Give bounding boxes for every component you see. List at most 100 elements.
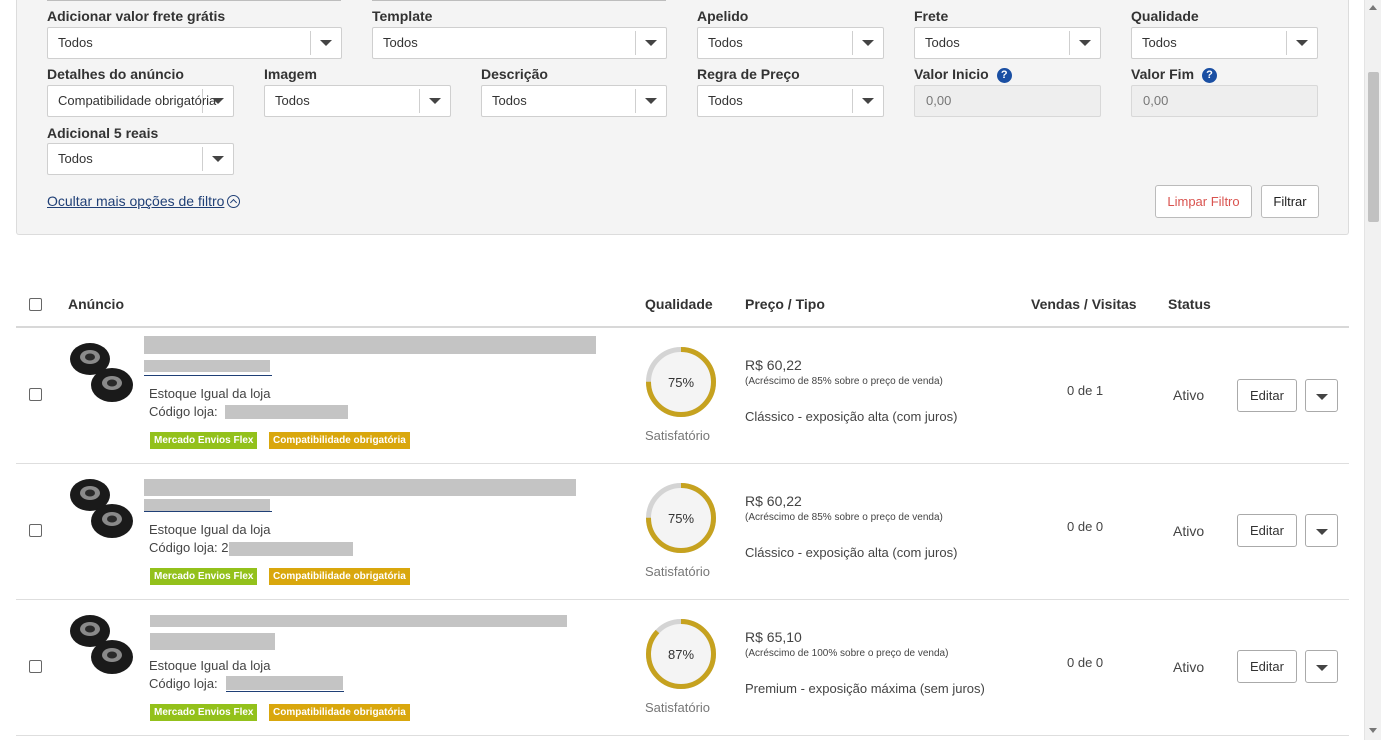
valor-fim-input[interactable]: 0,00	[1131, 85, 1318, 117]
chevron-down-icon	[1316, 529, 1328, 535]
sales-visits: 0 de 1	[1067, 383, 1104, 398]
header-status: Status	[1168, 296, 1211, 312]
sales-visits: 0 de 0	[1067, 655, 1104, 670]
stock-text: Estoque Igual da loja	[149, 386, 271, 401]
select-divider	[419, 89, 420, 113]
help-icon[interactable]: ?	[996, 68, 1012, 83]
regra-preco-select[interactable]: Todos	[697, 85, 884, 117]
row-divider	[16, 735, 1349, 736]
filter-label-template: Template	[372, 8, 433, 24]
frete-select[interactable]: Todos	[914, 27, 1101, 59]
redacted-title[interactable]	[144, 479, 576, 496]
header-quality: Qualidade	[645, 296, 713, 312]
select-divider	[1069, 31, 1070, 55]
apelido-select[interactable]: Todos	[697, 27, 884, 59]
redacted-title[interactable]	[150, 633, 275, 650]
toggle-label: Ocultar mais opções de filtro	[47, 193, 225, 209]
row-checkbox[interactable]	[29, 660, 42, 673]
select-value: Todos	[383, 35, 418, 50]
listing-type: Premium - exposição máxima (sem juros)	[745, 681, 985, 696]
chevron-down-icon	[645, 98, 657, 104]
help-icon[interactable]: ?	[1202, 68, 1218, 83]
chevron-down-icon	[862, 98, 874, 104]
filter-label-imagem: Imagem	[264, 66, 317, 82]
select-all-checkbox[interactable]	[29, 298, 42, 311]
row-checkbox[interactable]	[29, 524, 42, 537]
select-divider	[202, 89, 203, 113]
store-code-label: Código loja:	[149, 404, 218, 419]
redacted-code[interactable]	[226, 676, 343, 690]
chevron-up-circle-icon	[227, 195, 241, 208]
quality-value: 75%	[667, 375, 695, 390]
descricao-select[interactable]: Todos	[481, 85, 667, 117]
select-value: Todos	[925, 35, 960, 50]
sales-visits: 0 de 0	[1067, 519, 1104, 534]
filter-label-regra-preco: Regra de Preço	[697, 66, 800, 82]
filter-label-frete-gratis: Adicionar valor frete grátis	[47, 8, 226, 24]
chevron-down-icon	[429, 98, 441, 104]
scrollbar-thumb[interactable]	[1368, 72, 1379, 222]
redacted-title[interactable]	[144, 336, 596, 354]
select-divider	[202, 147, 203, 171]
edit-button[interactable]: Editar	[1237, 650, 1297, 683]
template-select[interactable]: Todos	[372, 27, 667, 59]
chevron-down-icon	[212, 98, 224, 104]
select-value: Todos	[708, 35, 743, 50]
more-actions-button[interactable]	[1305, 379, 1338, 412]
page-scrollbar[interactable]	[1364, 0, 1381, 740]
redacted-title[interactable]	[150, 615, 567, 627]
table-row: Estoque Igual da loja Código loja: Merca…	[16, 599, 1349, 735]
compatibility-badge: Compatibilidade obrigatória	[269, 432, 410, 449]
table-row: Estoque Igual da loja Código loja: Merca…	[16, 327, 1349, 463]
select-divider	[635, 89, 636, 113]
chevron-down-icon	[1296, 40, 1308, 46]
frete-gratis-select[interactable]: Todos	[47, 27, 342, 59]
select-divider	[852, 31, 853, 55]
title-underline	[144, 375, 272, 376]
select-divider	[1286, 31, 1287, 55]
redacted-title[interactable]	[144, 360, 270, 372]
scroll-up-icon[interactable]	[1369, 5, 1377, 10]
label-text: Valor Inicio	[914, 66, 989, 82]
product-thumbnail[interactable]	[68, 341, 138, 407]
product-thumbnail[interactable]	[68, 613, 138, 679]
imagem-select[interactable]: Todos	[264, 85, 451, 117]
redacted-title[interactable]	[144, 499, 270, 511]
redacted-code	[229, 542, 353, 556]
more-actions-button[interactable]	[1305, 514, 1338, 547]
toggle-filter-options-link[interactable]: Ocultar mais opções de filtro	[47, 193, 241, 209]
select-value: Compatibilidade obrigatória	[58, 93, 217, 108]
quality-value: 87%	[667, 647, 695, 662]
qualidade-select[interactable]: Todos	[1131, 27, 1318, 59]
product-thumbnail[interactable]	[68, 477, 138, 543]
flex-shipping-badge: Mercado Envios Flex	[150, 568, 258, 585]
filter-label-apelido: Apelido	[697, 8, 749, 24]
clear-filter-button[interactable]: Limpar Filtro	[1155, 185, 1252, 218]
price: R$ 60,22	[745, 493, 802, 509]
quality-label: Satisfatório	[645, 700, 711, 715]
filter-button[interactable]: Filtrar	[1261, 185, 1319, 218]
more-actions-button[interactable]	[1305, 650, 1338, 683]
edit-button[interactable]: Editar	[1237, 514, 1297, 547]
header-sales-visits: Vendas / Visitas	[1031, 296, 1137, 312]
scroll-down-icon[interactable]	[1369, 728, 1377, 733]
filter-divider	[372, 0, 666, 1]
quality-label: Satisfatório	[645, 428, 711, 443]
status-text: Ativo	[1173, 659, 1205, 675]
select-divider	[635, 31, 636, 55]
filter-label-valor-inicio: Valor Inicio?	[914, 66, 1012, 83]
filter-label-valor-fim: Valor Fim?	[1131, 66, 1218, 83]
flex-shipping-badge: Mercado Envios Flex	[150, 432, 258, 449]
adicional-select[interactable]: Todos	[47, 143, 234, 175]
detalhes-select[interactable]: Compatibilidade obrigatória	[47, 85, 234, 117]
quality-value: 75%	[667, 511, 695, 526]
code-underline	[226, 691, 344, 692]
price-note: (Acréscimo de 100% sobre o preço de vend…	[745, 648, 949, 659]
select-value: Todos	[275, 93, 310, 108]
edit-button[interactable]: Editar	[1237, 379, 1297, 412]
header-listing: Anúncio	[68, 296, 124, 312]
row-checkbox[interactable]	[29, 388, 42, 401]
listing-type: Clássico - exposição alta (com juros)	[745, 545, 958, 560]
filter-label-detalhes: Detalhes do anúncio	[47, 66, 184, 82]
valor-inicio-input[interactable]: 0,00	[914, 85, 1101, 117]
